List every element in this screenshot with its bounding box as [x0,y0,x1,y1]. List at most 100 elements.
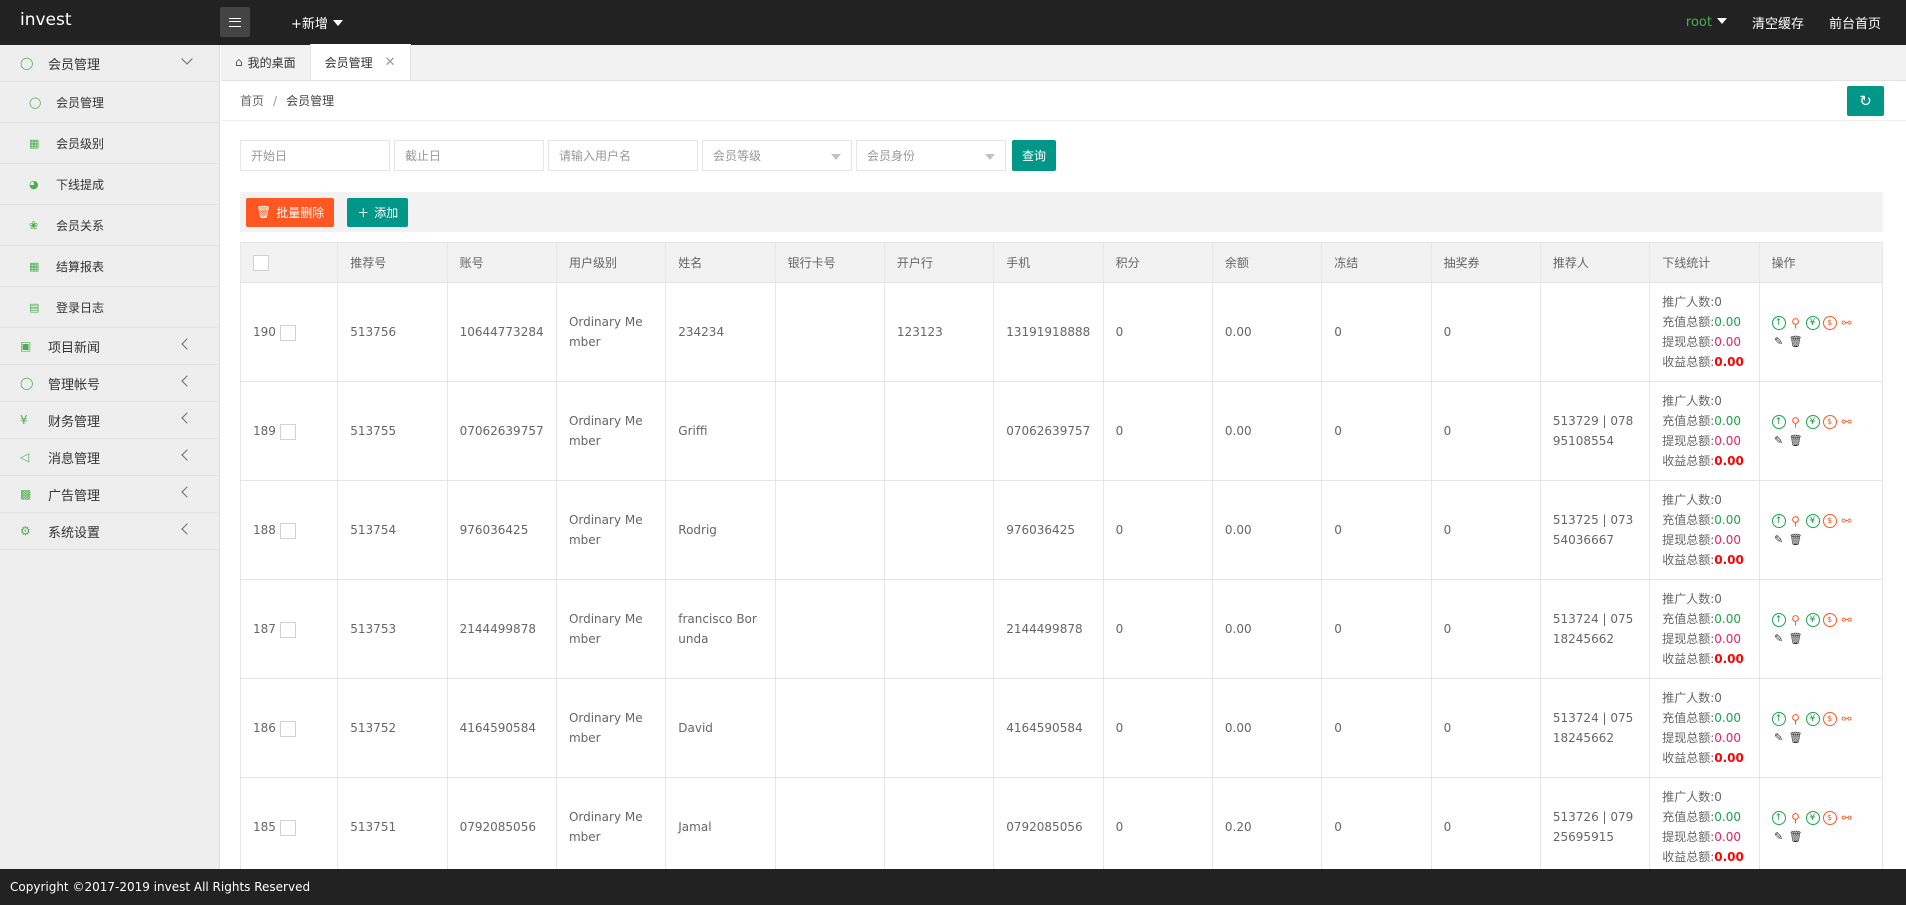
sidebar-group-ads[interactable]: ▩ 广告管理 [0,476,219,513]
search-icon[interactable]: ⚲ [1789,316,1803,330]
start-date-input[interactable] [240,140,390,171]
dollar-icon[interactable]: $ [1822,613,1837,627]
sidebar-group-members[interactable]: ◯ 会员管理 [0,45,219,82]
edit-icon[interactable]: ✎ [1772,829,1786,843]
upload-icon[interactable]: ↑ [1771,316,1786,330]
delete-icon[interactable]: 🗑 [1789,730,1803,744]
row-checkbox[interactable] [279,621,296,638]
sidebar-group-news[interactable]: ▣ 项目新闻 [0,328,219,365]
search-icon[interactable]: ⚲ [1789,712,1803,726]
row-id: 187 [253,622,276,636]
dollar-icon[interactable]: $ [1822,415,1837,429]
front-home-link[interactable]: 前台首页 [1829,13,1881,32]
dollar-icon[interactable]: $ [1822,316,1837,330]
delete-icon[interactable]: 🗑 [1789,334,1803,348]
sidebar-item-member-relation[interactable]: ❀ 会员关系 [0,205,219,246]
stat-label: 推广人数: [1662,394,1715,408]
cell-level: Ordinary Member [555,480,667,580]
dollar-icon[interactable]: $ [1822,514,1837,528]
stat-label: 收益总额: [1662,652,1715,666]
breadcrumb-home[interactable]: 首页 [240,92,264,109]
member-level-select[interactable]: 会员等级 [702,140,852,171]
upload-icon[interactable]: ↑ [1771,415,1786,429]
search-icon[interactable]: ⚲ [1789,514,1803,528]
tag-icon[interactable]: ⚯ [1840,613,1854,627]
dollar-icon[interactable]: $ [1822,712,1837,726]
add-button[interactable]: ＋ 添加 [347,197,409,227]
upload-icon[interactable]: ↑ [1771,712,1786,726]
query-button[interactable]: 查询 [1012,140,1056,171]
row-checkbox[interactable] [279,423,296,440]
tag-icon[interactable]: ⚯ [1840,514,1854,528]
top-bar: invest +新增 root 清空缓存 前台首页 [0,0,1906,45]
delete-icon[interactable]: 🗑 [1789,631,1803,645]
edit-icon[interactable]: ✎ [1772,532,1786,546]
member-identity-select[interactable]: 会员身份 [856,140,1006,171]
delete-icon[interactable]: 🗑 [1789,532,1803,546]
username-input[interactable] [548,140,698,171]
cell-bank-card [774,678,885,778]
header-cell: 开户行 [883,242,995,283]
tag-icon[interactable]: ⚯ [1840,415,1854,429]
delete-icon[interactable]: 🗑 [1789,829,1803,843]
sidebar-group-messages[interactable]: ◁ 消息管理 [0,439,219,476]
sidebar-group-finance[interactable]: ¥ 财务管理 [0,402,219,439]
new-dropdown-button[interactable]: +新增 [291,13,343,32]
tab-desktop[interactable]: ⌂ 我的桌面 [221,44,310,80]
search-icon[interactable]: ⚲ [1789,811,1803,825]
end-date-input[interactable] [394,140,544,171]
search-icon[interactable]: ⚲ [1789,613,1803,627]
sidebar-item-member-management[interactable]: ◯ 会员管理 [0,82,219,123]
edit-icon[interactable]: ✎ [1772,730,1786,744]
cell-balance: 0.00 [1211,480,1323,580]
upload-icon[interactable]: ↑ [1771,514,1786,528]
edit-icon[interactable]: ✎ [1772,433,1786,447]
sidebar-group-label: 管理帐号 [48,377,101,393]
sidebar-item-member-level[interactable]: ▦ 会员级别 [0,123,219,164]
filter-form: 会员等级 会员身份 查询 [240,140,1056,171]
downline-stats-cell: 推广人数:0 充值总额:0.00 提现总额:0.00 收益总额:0.00 [1649,678,1760,778]
row-checkbox[interactable] [279,720,296,737]
select-all-checkbox[interactable] [253,254,269,271]
cell-name: David [665,678,776,778]
sidebar-group-label: 消息管理 [48,451,101,467]
yen-icon[interactable]: ¥ [1805,514,1820,528]
refresh-button[interactable]: ↻ [1847,86,1884,116]
row-checkbox[interactable] [279,522,296,539]
close-icon[interactable]: ✕ [385,55,396,70]
row-checkbox[interactable] [279,324,296,341]
app-logo[interactable]: invest [20,10,72,30]
tag-icon[interactable]: ⚯ [1840,712,1854,726]
sidebar-item-downline-commission[interactable]: ◕ 下线提成 [0,164,219,205]
edit-icon[interactable]: ✎ [1772,631,1786,645]
sidebar-item-label: 会员管理 [56,95,105,110]
clear-cache-link[interactable]: 清空缓存 [1752,13,1804,32]
sidebar-group-admin-accounts[interactable]: ◯ 管理帐号 [0,365,219,402]
upload-icon[interactable]: ↑ [1771,811,1786,825]
yen-icon[interactable]: ¥ [1805,811,1820,825]
search-icon[interactable]: ⚲ [1789,415,1803,429]
downline-stats-cell: 推广人数:0 充值总额:0.00 提现总额:0.00 收益总额:0.00 [1649,579,1760,679]
yen-icon[interactable]: ¥ [1805,316,1820,330]
sidebar-group-label: 系统设置 [48,525,101,541]
user-menu[interactable]: root [1686,15,1727,30]
row-checkbox[interactable] [279,819,296,836]
tag-icon[interactable]: ⚯ [1840,811,1854,825]
menu-toggle-button[interactable] [220,7,250,37]
tab-member-management[interactable]: 会员管理 ✕ [309,44,411,80]
tag-icon[interactable]: ⚯ [1840,316,1854,330]
sidebar-group-settings[interactable]: ⚙ 系统设置 [0,513,219,550]
yen-icon: ¥ [20,413,28,427]
batch-delete-button[interactable]: 🗑 批量删除 [246,197,335,227]
yen-icon[interactable]: ¥ [1805,712,1820,726]
dollar-icon[interactable]: $ [1822,811,1837,825]
delete-icon[interactable]: 🗑 [1789,433,1803,447]
yen-icon[interactable]: ¥ [1805,613,1820,627]
sidebar-item-login-log[interactable]: ▤ 登录日志 [0,287,219,328]
upload-icon[interactable]: ↑ [1771,613,1786,627]
add-label: 添加 [374,205,399,220]
yen-icon[interactable]: ¥ [1805,415,1820,429]
sidebar-item-label: 结算报表 [56,259,105,274]
edit-icon[interactable]: ✎ [1772,334,1786,348]
sidebar-item-settlement-report[interactable]: ▦ 结算报表 [0,246,219,287]
